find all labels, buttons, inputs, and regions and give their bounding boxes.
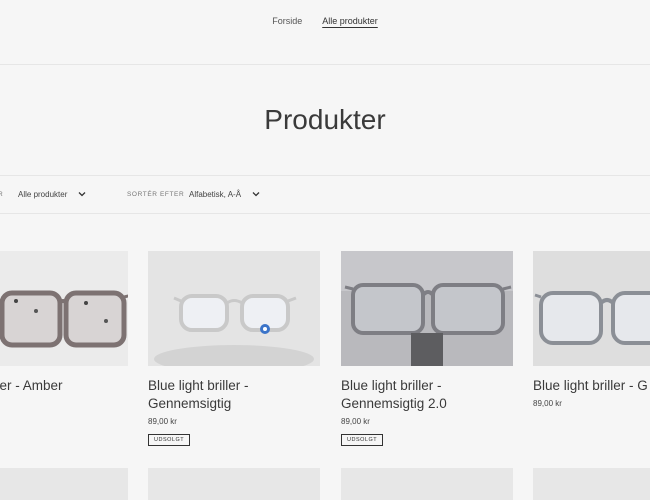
product-price: 89,00 kr xyxy=(341,417,370,426)
sort-select-value: Alfabetisk, A-Å xyxy=(189,189,242,199)
sold-out-badge: UDSOLGT xyxy=(148,434,191,446)
product-name[interactable]: Blue light briller - G xyxy=(533,377,650,395)
product-card[interactable]: ght briller - Amber xyxy=(0,251,128,395)
filter-select[interactable]: Alle produkter xyxy=(18,189,87,199)
product-name[interactable]: ght briller - Amber xyxy=(0,377,128,395)
glasses-clear-image xyxy=(148,251,320,366)
main-nav: Forside Alle produkter xyxy=(0,16,650,26)
product-image[interactable] xyxy=(533,468,650,500)
collection-page: Forside Alle produkter Produkter R Alle … xyxy=(0,0,650,500)
glasses-grey-image xyxy=(341,251,513,366)
product-price: 89,00 kr xyxy=(533,399,562,408)
product-image[interactable] xyxy=(0,468,128,500)
product-image[interactable] xyxy=(0,251,128,366)
product-card[interactable]: Blue light briller - G 89,00 kr xyxy=(533,251,650,408)
product-image[interactable] xyxy=(148,251,320,366)
product-image[interactable] xyxy=(341,468,513,500)
product-price: 89,00 kr xyxy=(148,417,177,426)
sort-select[interactable]: Alfabetisk, A-Å xyxy=(189,189,261,199)
filter-bar: R Alle produkter SORTÉR EFTER Alfabetisk… xyxy=(0,188,650,202)
filter-select-value: Alle produkter xyxy=(18,189,68,199)
product-card[interactable]: Blue light briller - Gennemsigtig 89,00 … xyxy=(148,251,320,446)
header-divider xyxy=(0,64,650,65)
product-name[interactable]: Blue light briller - Gennemsigtig xyxy=(148,377,320,413)
filter-bottom-divider xyxy=(0,213,650,214)
glasses-amber-image xyxy=(0,251,128,366)
nav-item-home[interactable]: Forside xyxy=(272,16,302,26)
filter-label: R xyxy=(0,191,4,198)
product-name[interactable]: Blue light briller - Gennemsigtig 2.0 xyxy=(341,377,513,413)
sort-label: SORTÉR EFTER xyxy=(127,191,185,198)
chevron-down-icon xyxy=(252,192,260,197)
nav-item-all-products[interactable]: Alle produkter xyxy=(322,16,378,26)
glasses-grey-2-image xyxy=(533,251,650,366)
product-image[interactable] xyxy=(148,468,320,500)
product-image[interactable] xyxy=(533,251,650,366)
sold-out-badge: UDSOLGT xyxy=(341,434,384,446)
page-title: Produkter xyxy=(264,104,386,135)
product-image[interactable] xyxy=(341,251,513,366)
filter-top-divider xyxy=(0,175,650,176)
product-card[interactable]: Blue light briller - Gennemsigtig 2.0 89… xyxy=(341,251,513,446)
chevron-down-icon xyxy=(78,192,86,197)
